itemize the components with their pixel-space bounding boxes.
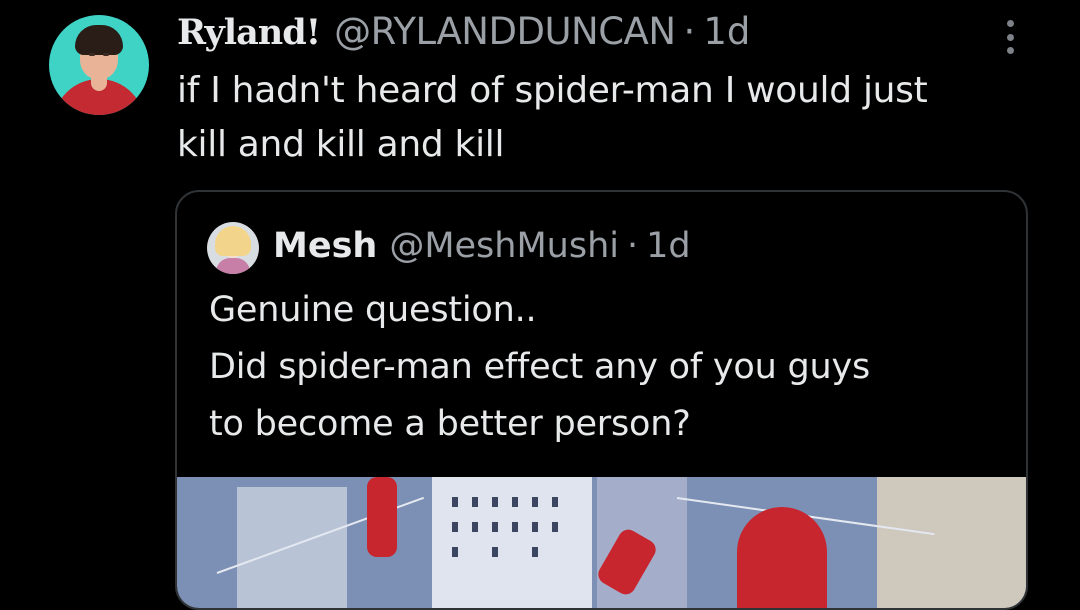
quoted-tweet-text: Genuine question.. Did spider-man effect… [209, 290, 871, 444]
media-building [877, 477, 1026, 608]
tweet-text: if I hadn't heard of spider-man I would … [177, 70, 928, 165]
tweet-timestamp[interactable]: 1d [703, 10, 750, 54]
quoted-author-display-name[interactable]: Mesh [273, 224, 377, 268]
author-avatar[interactable] [49, 15, 149, 115]
quoted-author-handle[interactable]: @MeshMushi [389, 224, 619, 268]
quoted-tweet-media-image[interactable] [177, 477, 1026, 608]
media-window [472, 522, 478, 532]
media-window [472, 497, 478, 507]
quoted-avatar-body [216, 258, 250, 274]
media-window [552, 522, 558, 532]
more-dot [1006, 20, 1014, 27]
author-handle[interactable]: @RYLANDDUNCAN [334, 10, 676, 54]
media-window [512, 522, 518, 532]
more-dot [1006, 47, 1014, 54]
media-window [452, 497, 458, 507]
quoted-header-separator: · [627, 226, 639, 266]
media-window [492, 497, 498, 507]
quoted-avatar-hair [215, 226, 251, 256]
quoted-tweet-header: Mesh @MeshMushi · 1d [273, 224, 691, 268]
avatar-eye [89, 53, 95, 56]
quoted-tweet-card[interactable]: Mesh @MeshMushi · 1d Genuine question.. … [175, 190, 1028, 610]
media-spiderman-body [737, 507, 827, 608]
header-separator: · [683, 10, 696, 53]
media-building [237, 487, 347, 608]
media-window [452, 547, 458, 557]
media-window [492, 547, 498, 557]
media-spiderman-arm [367, 477, 397, 557]
more-vertical-icon[interactable] [1000, 20, 1020, 54]
tweet[interactable]: Ryland! @RYLANDDUNCAN · 1d if I hadn't h… [0, 0, 1080, 610]
media-window [492, 522, 498, 532]
media-window [512, 497, 518, 507]
media-window [452, 522, 458, 532]
media-window [532, 547, 538, 557]
author-display-name[interactable]: Ryland! [177, 11, 321, 55]
quoted-author-avatar[interactable] [207, 222, 259, 274]
more-dot [1006, 33, 1014, 41]
avatar-hair [75, 25, 123, 55]
media-window [532, 497, 538, 507]
tweet-header: Ryland! @RYLANDDUNCAN · 1d [177, 10, 750, 54]
quoted-tweet-timestamp[interactable]: 1d [646, 224, 691, 268]
avatar-eye [103, 53, 109, 56]
media-window [532, 522, 538, 532]
media-window [552, 497, 558, 507]
